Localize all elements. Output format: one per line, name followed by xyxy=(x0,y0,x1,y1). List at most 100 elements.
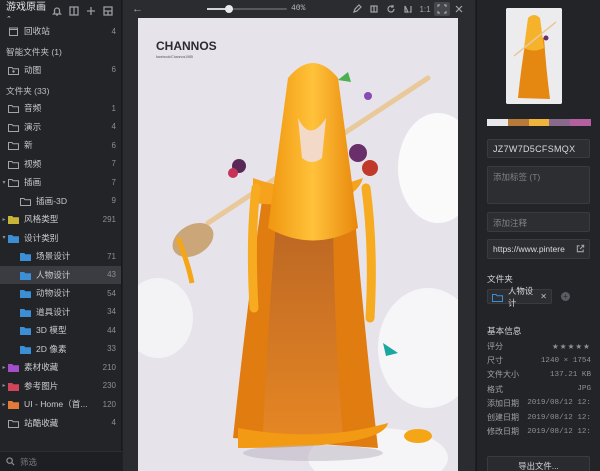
folder-icon xyxy=(8,234,19,243)
sidebar-folder-item[interactable]: ▸ UI - Home（首... 120 xyxy=(0,395,121,414)
color-swatch[interactable] xyxy=(507,119,529,126)
sidebar-item-count: 210 xyxy=(102,362,116,372)
sidebar-item-label: 回收站 xyxy=(24,26,50,37)
crop-icon[interactable] xyxy=(366,2,382,16)
sidebar-folder-item[interactable]: 2D 像素 33 xyxy=(0,340,121,359)
sidebar-folder-item[interactable]: ▾ 设计类别 xyxy=(0,229,121,248)
sidebar-folder-item[interactable]: 演示 4 xyxy=(0,118,121,137)
sidebar-folder-item[interactable]: 站酷收藏 4 xyxy=(0,414,121,433)
folder-icon xyxy=(8,123,19,132)
image-thumbnail[interactable] xyxy=(506,8,562,104)
sidebar-item-smart-folder[interactable]: 动图 6 xyxy=(0,61,121,80)
sidebar-folder-item[interactable]: 道具设计 34 xyxy=(0,303,121,322)
actual-size-button[interactable]: 1:1 xyxy=(417,2,433,16)
info-key: 创建日期 xyxy=(487,413,519,422)
sidebar-folder-item[interactable]: 音频 1 xyxy=(0,99,121,118)
sidebar-folder-item[interactable]: 3D 模型 44 xyxy=(0,321,121,340)
sidebar-item-count: 120 xyxy=(102,399,116,409)
sidebar-item-label: 音频 xyxy=(24,103,42,114)
sidebar-item-label: 参考图片 xyxy=(24,380,59,391)
expand-chevron-icon[interactable]: ▸ xyxy=(0,364,8,371)
add-folder-icon[interactable]: + xyxy=(561,292,570,301)
expand-chevron-icon[interactable]: ▸ xyxy=(0,401,8,408)
sidebar-folder-item[interactable]: 场景设计 71 xyxy=(0,247,121,266)
image-id-field[interactable]: JZ7W7D5CFSMQX xyxy=(487,139,590,158)
folder-list: 音频 1 演示 4 新 6 视频 7 ▾ 插画 7 插画-3D 9 ▸ 风格类型 291 ▾ 设计类别 场景设计 71… xyxy=(0,99,121,432)
info-key: 文件大小 xyxy=(487,370,519,380)
sidebar-item-count: 7 xyxy=(111,159,116,169)
viewer-toolbar: ← 40% 1:1 xyxy=(123,0,475,18)
color-swatch[interactable] xyxy=(549,119,571,126)
viewer-tools: 1:1 xyxy=(348,2,467,16)
artwork-illustration: CHANNOS facebook/Channos1985 xyxy=(138,18,458,471)
expand-chevron-icon[interactable]: ▸ xyxy=(0,382,8,389)
sidebar-item-count: 33 xyxy=(107,344,116,354)
expand-chevron-icon[interactable]: ▾ xyxy=(0,234,8,241)
sidebar-folder-item[interactable]: ▸ 风格类型 291 xyxy=(0,210,121,229)
sidebar-item-label: 插画-3D xyxy=(36,195,68,206)
sidebar-folder-item[interactable]: 动物设计 54 xyxy=(0,284,121,303)
sidebar-folder-item[interactable]: 视频 7 xyxy=(0,155,121,174)
folder-icon xyxy=(8,382,19,391)
sidebar-item-count: 230 xyxy=(102,381,116,391)
sidebar-item-label: 风格类型 xyxy=(24,214,59,225)
expand-chevron-icon[interactable]: ▾ xyxy=(0,179,8,186)
sidebar-item-count: 4 xyxy=(111,122,116,132)
info-row: 格式 JPG xyxy=(487,383,591,396)
open-link-icon[interactable] xyxy=(576,244,585,253)
folder-icon xyxy=(20,345,31,354)
folder-icon xyxy=(8,141,19,151)
zoom-slider[interactable] xyxy=(207,5,287,13)
sidebar-item-count: 6 xyxy=(111,140,116,150)
sidebar-folder-item[interactable]: 人物设计 43 xyxy=(0,265,121,284)
info-row: 评分 ★★★★★ xyxy=(487,340,591,353)
info-value: JPG xyxy=(577,385,591,394)
info-value: 1240 × 1754 xyxy=(540,356,591,365)
sidebar-item-count: 291 xyxy=(102,214,116,224)
fit-screen-icon[interactable] xyxy=(434,2,450,16)
artwork-image[interactable]: CHANNOS facebook/Channos1985 xyxy=(138,18,458,471)
bell-icon[interactable] xyxy=(50,4,64,18)
library-switcher[interactable]: 游戏原画 xyxy=(6,0,47,24)
expand-chevron-icon[interactable]: ▸ xyxy=(0,216,8,223)
layout-icon[interactable] xyxy=(101,4,115,18)
info-row: 修改日期 2019/08/12 12: xyxy=(487,425,591,438)
folder-icon xyxy=(492,293,503,302)
color-swatch[interactable] xyxy=(528,119,550,126)
sidebar-item-label: 演示 xyxy=(24,121,42,132)
sidebar-folder-item[interactable]: ▸ 参考图片 230 xyxy=(0,377,121,396)
zoom-slider-knob[interactable] xyxy=(225,5,233,13)
folder-icon xyxy=(20,271,31,280)
sidebar-item-count: 1 xyxy=(111,103,116,113)
sidebar-item-label: 新 xyxy=(24,140,33,151)
export-button[interactable]: 导出文件... xyxy=(487,456,590,471)
sidebar-folder-item[interactable]: ▾ 插画 7 xyxy=(0,173,121,192)
sidebar-folder-item[interactable]: 新6 xyxy=(0,136,121,155)
thumbnail-illustration xyxy=(506,8,562,104)
remove-folder-icon[interactable]: ✕ xyxy=(540,292,547,301)
tag-input[interactable]: 添加标签 (T) xyxy=(487,166,590,204)
fullscreen-icon[interactable] xyxy=(451,2,467,16)
info-section-label: 基本信息 xyxy=(487,326,522,336)
folder-icon xyxy=(8,178,19,188)
rotate-icon[interactable] xyxy=(383,2,399,16)
folder-icon xyxy=(8,400,19,410)
sidebar-item-count: 54 xyxy=(107,288,116,298)
filter-input[interactable] xyxy=(20,456,110,467)
color-swatch[interactable] xyxy=(487,119,508,126)
add-icon[interactable] xyxy=(84,4,98,18)
sidebar-item-count: 9 xyxy=(111,196,116,206)
url-field[interactable]: https://www.pintere xyxy=(487,239,590,259)
back-arrow-icon[interactable]: ← xyxy=(132,3,143,15)
rating-stars[interactable]: ★★★★★ xyxy=(523,342,591,352)
artwork-logo: CHANNOS xyxy=(156,39,217,53)
split-view-icon[interactable] xyxy=(67,4,81,18)
color-swatch[interactable] xyxy=(570,119,591,126)
sidebar-item-trash[interactable]: 回收站 4 xyxy=(0,22,121,41)
sidebar-folder-item[interactable]: ▸ 素材收藏 210 xyxy=(0,358,121,377)
flip-icon[interactable] xyxy=(400,2,416,16)
note-input[interactable]: 添加注释 xyxy=(487,212,590,232)
sidebar-folder-item[interactable]: 插画-3D 9 xyxy=(0,192,121,211)
edit-icon[interactable] xyxy=(349,2,365,16)
folder-chip[interactable]: 人物设计 ✕ xyxy=(487,286,552,308)
